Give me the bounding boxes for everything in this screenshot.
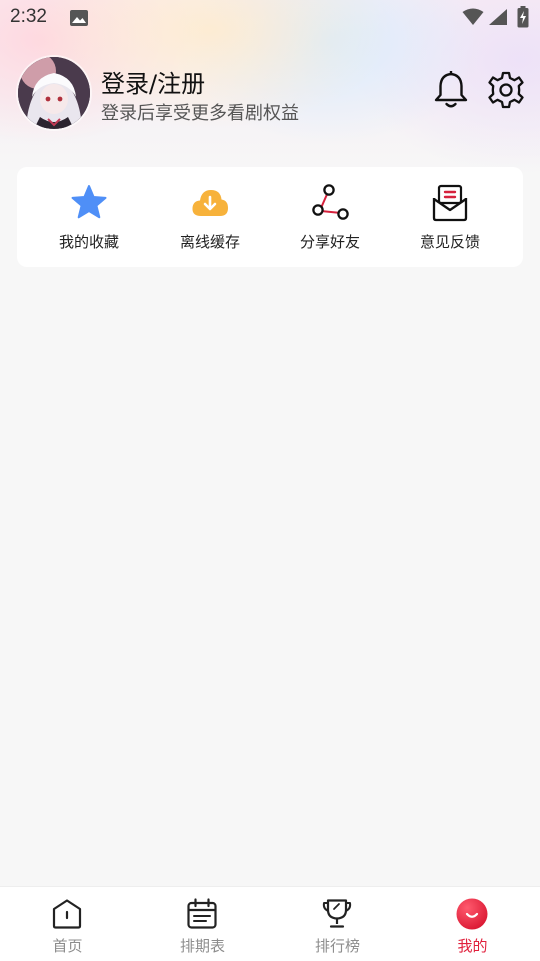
cell-signal-icon: [488, 8, 508, 30]
nav-label: 我的: [457, 937, 488, 955]
star-icon: [70, 184, 108, 222]
nav-label: 排行榜: [314, 937, 360, 955]
feedback-mail-icon: [431, 184, 469, 222]
quick-action-label: 我的收藏: [58, 233, 119, 251]
bell-icon: [433, 70, 469, 113]
nav-home[interactable]: 首页: [0, 887, 135, 961]
nav-rankings[interactable]: 排行榜: [270, 887, 405, 961]
battery-charging-icon: [517, 6, 529, 32]
share-icon: [311, 184, 349, 222]
login-benefits-subtitle: 登录后享受更多看剧权益: [101, 103, 299, 124]
offline-cache-action[interactable]: 离线缓存: [150, 167, 270, 267]
quick-actions-card: 我的收藏 离线缓存 分享好友 意见反馈: [17, 167, 523, 267]
settings-button[interactable]: [487, 71, 525, 109]
wifi-icon: [462, 8, 484, 30]
photo-notification-icon: [70, 10, 88, 30]
avatar[interactable]: [18, 57, 90, 129]
gear-icon: [487, 71, 525, 113]
status-time: 2:32: [10, 6, 47, 27]
trophy-icon: [321, 898, 353, 930]
favorites-action[interactable]: 我的收藏: [29, 167, 149, 267]
quick-action-label: 分享好友: [299, 233, 360, 251]
login-register-title[interactable]: 登录/注册: [101, 64, 205, 99]
nav-label: 排期表: [179, 937, 225, 955]
share-friends-action[interactable]: 分享好友: [270, 167, 390, 267]
feedback-action[interactable]: 意见反馈: [390, 167, 510, 267]
profile-smile-icon: [456, 898, 488, 930]
bottom-nav: 首页 排期表 排行榜 我的: [0, 886, 540, 961]
nav-schedule[interactable]: 排期表: [135, 887, 270, 961]
calendar-icon: [186, 898, 218, 930]
home-icon: [51, 898, 83, 930]
nav-label: 首页: [52, 937, 83, 955]
cloud-download-icon: [191, 184, 229, 222]
notification-bell-button[interactable]: [433, 70, 469, 109]
status-bar: 2:32: [0, 0, 540, 36]
nav-mine[interactable]: 我的: [405, 887, 540, 961]
quick-action-label: 意见反馈: [419, 233, 480, 251]
quick-action-label: 离线缓存: [179, 233, 240, 251]
